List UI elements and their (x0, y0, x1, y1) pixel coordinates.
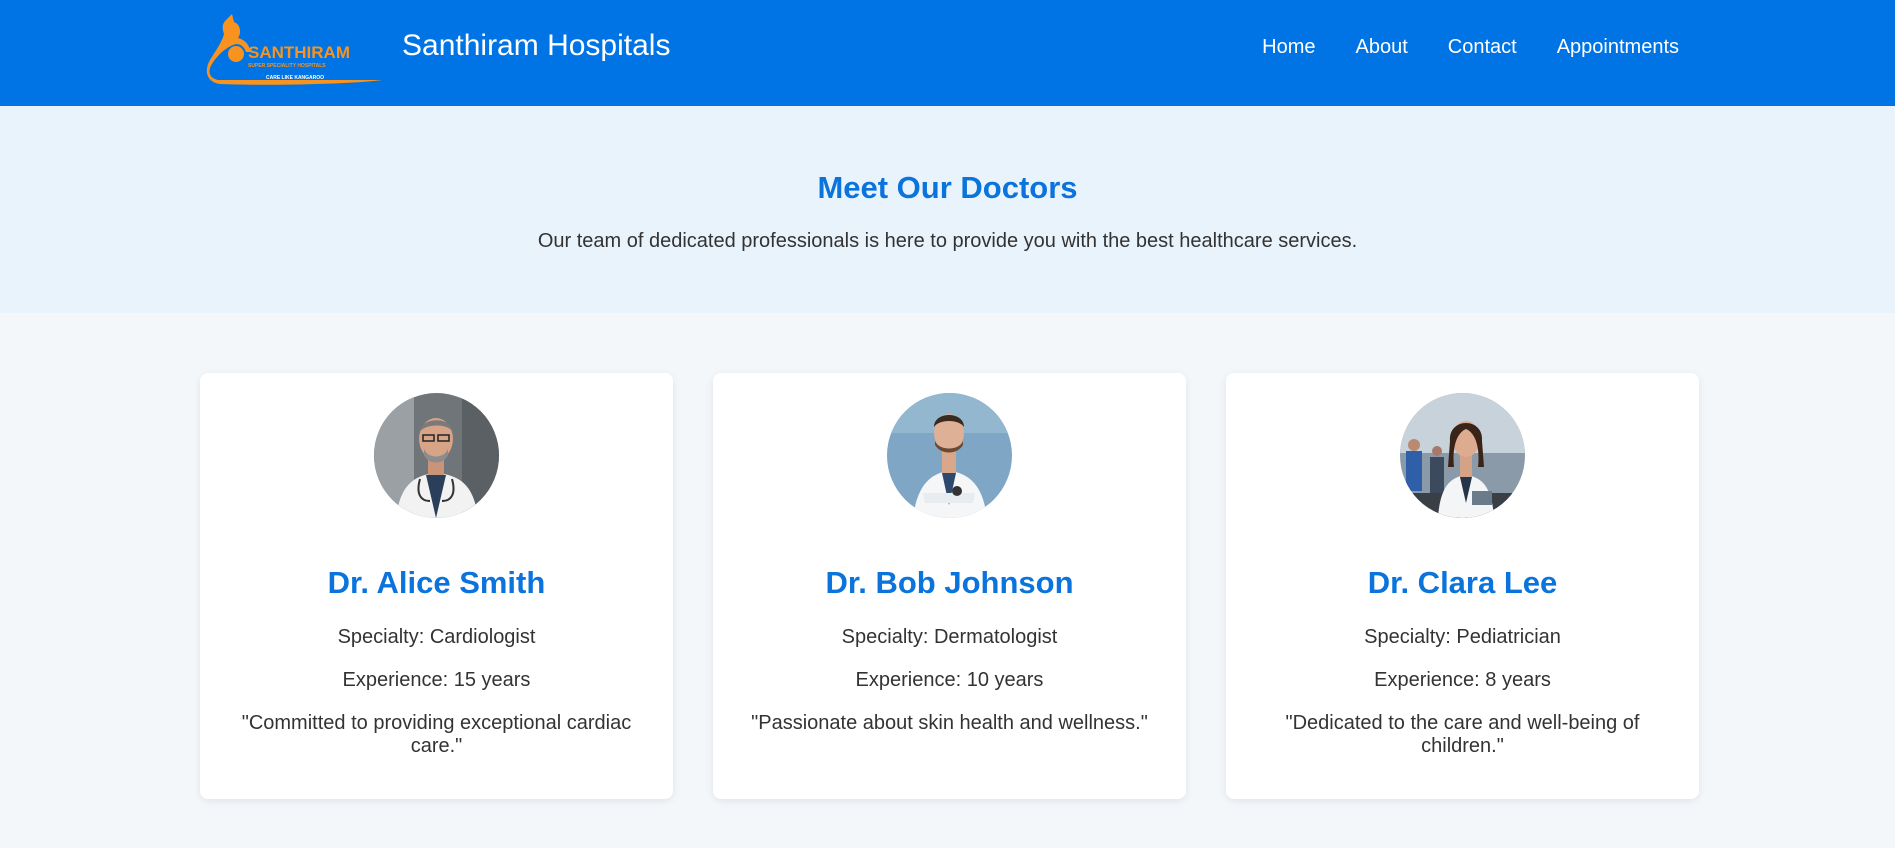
doctor-photo (374, 393, 499, 518)
doctor-card: Dr. Alice Smith Specialty: Cardiologist … (200, 373, 673, 799)
doctor-card: Dr. Clara Lee Specialty: Pediatrician Ex… (1226, 373, 1699, 799)
doctor-quote: "Passionate about skin health and wellne… (751, 712, 1148, 734)
doctor-card: Dr. Bob Johnson Specialty: Dermatologist… (713, 373, 1186, 799)
doctor-experience: Experience: 8 years (1374, 669, 1551, 691)
doctor-experience: Experience: 10 years (855, 669, 1044, 691)
doctor-name: Dr. Clara Lee (1367, 565, 1558, 600)
hero-section: Meet Our Doctors Our team of dedicated p… (0, 106, 1895, 313)
nav-appointments[interactable]: Appointments (1557, 36, 1679, 59)
doctor-quote: "Dedicated to the care and well-being of… (1285, 712, 1640, 757)
logo-subtext: SUPER SPECIALITY HOSPITALS (248, 63, 326, 69)
doctor-photo (887, 393, 1012, 518)
doctor-name: Dr. Alice Smith (327, 565, 546, 600)
doctor-cards: Dr. Alice Smith Specialty: Cardiologist … (200, 373, 1700, 799)
nav-home[interactable]: Home (1262, 36, 1315, 59)
nav-contact[interactable]: Contact (1448, 36, 1517, 59)
kangaroo-logo-icon: SANTHIRAM SUPER SPECIALITY HOSPITALS CAR… (206, 14, 382, 85)
doctor-name: Dr. Bob Johnson (825, 565, 1074, 600)
doctor-photo (1400, 393, 1525, 518)
doctor-specialty: Specialty: Dermatologist (841, 626, 1058, 648)
site-header: SANTHIRAM SUPER SPECIALITY HOSPITALS CAR… (0, 0, 1895, 106)
doctor-quote: "Committed to providing exceptional card… (241, 712, 632, 757)
site-title: Santhiram Hospitals (402, 29, 671, 62)
main-nav: Home About Contact Appointments (1262, 36, 1679, 59)
page-title: Meet Our Doctors (817, 170, 1078, 205)
page-subtitle: Our team of dedicated professionals is h… (537, 230, 1358, 252)
doctor-experience: Experience: 15 years (342, 669, 531, 691)
nav-about[interactable]: About (1356, 36, 1408, 59)
doctor-specialty: Specialty: Pediatrician (1364, 626, 1561, 648)
hospital-logo[interactable]: SANTHIRAM SUPER SPECIALITY HOSPITALS CAR… (206, 12, 382, 86)
logo-tagline: CARE LIKE KANGAROO (266, 75, 324, 81)
logo-text: SANTHIRAM (248, 43, 350, 62)
doctor-specialty: Specialty: Cardiologist (337, 626, 536, 648)
